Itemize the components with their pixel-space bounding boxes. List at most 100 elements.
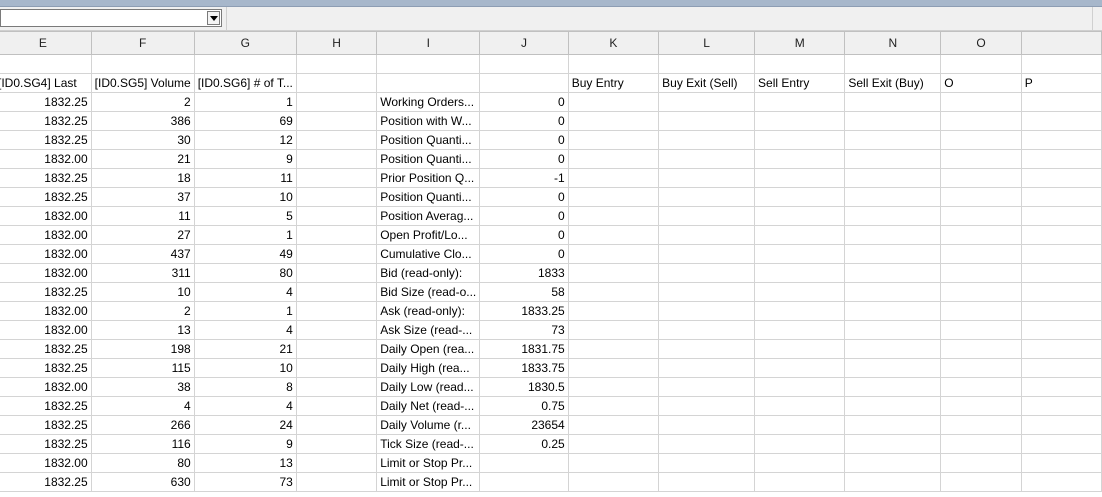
grid-cell[interactable] <box>1020 187 1102 207</box>
grid-cell[interactable]: 9 <box>193 149 297 169</box>
grid-cell[interactable] <box>844 187 942 207</box>
grid-cell[interactable] <box>295 168 378 188</box>
grid-cell[interactable] <box>295 244 378 264</box>
grid-cell[interactable] <box>844 111 942 131</box>
grid-cell[interactable]: Limit or Stop Pr... <box>376 453 481 473</box>
grid-cell[interactable]: 1832.25 <box>0 111 92 131</box>
grid-cell[interactable] <box>295 377 378 397</box>
grid-cell[interactable] <box>295 472 378 492</box>
grid-cell[interactable]: 38 <box>90 377 195 397</box>
grid-cell[interactable]: 386 <box>90 111 195 131</box>
grid-cell[interactable] <box>295 282 378 302</box>
grid-cell[interactable]: 1833 <box>479 263 569 283</box>
column-header[interactable]: J <box>479 31 569 55</box>
grid-cell[interactable]: 73 <box>193 472 297 492</box>
header-label-cell[interactable]: [ID0.SG5] Volume <box>90 73 195 93</box>
grid-cell[interactable]: Position Quanti... <box>376 187 481 207</box>
grid-cell[interactable] <box>1020 320 1102 340</box>
grid-cell[interactable] <box>295 339 378 359</box>
grid-cell[interactable]: Daily Low (read... <box>376 377 481 397</box>
grid-cell[interactable]: 80 <box>90 453 195 473</box>
grid-cell[interactable]: 1832.00 <box>0 206 92 226</box>
grid-cell[interactable] <box>754 434 846 454</box>
grid-cell[interactable] <box>1020 377 1102 397</box>
grid-cell[interactable]: 1832.25 <box>0 358 92 378</box>
grid-cell[interactable]: 1832.00 <box>0 377 92 397</box>
grid-cell[interactable] <box>940 54 1022 74</box>
grid-cell[interactable] <box>567 377 660 397</box>
grid-cell[interactable]: 80 <box>193 263 297 283</box>
grid-cell[interactable]: 27 <box>90 225 195 245</box>
grid-cell[interactable]: Bid (read-only): <box>376 263 481 283</box>
grid-cell[interactable] <box>658 130 756 150</box>
grid-cell[interactable] <box>940 244 1022 264</box>
grid-cell[interactable]: Position Quanti... <box>376 130 481 150</box>
grid-cell[interactable]: 0.75 <box>479 396 569 416</box>
grid-cell[interactable] <box>754 263 846 283</box>
grid-cell[interactable] <box>940 415 1022 435</box>
grid-cell[interactable] <box>754 130 846 150</box>
grid-cell[interactable]: 8 <box>193 377 297 397</box>
grid-cell[interactable] <box>295 358 378 378</box>
grid-cell[interactable] <box>754 472 846 492</box>
grid-cell[interactable] <box>844 54 942 74</box>
grid-cell[interactable]: 0 <box>479 225 569 245</box>
grid-cell[interactable] <box>567 206 660 226</box>
grid-cell[interactable]: Ask (read-only): <box>376 301 481 321</box>
grid-cell[interactable]: 10 <box>193 358 297 378</box>
grid-cell[interactable] <box>754 339 846 359</box>
grid-cell[interactable] <box>567 320 660 340</box>
column-header[interactable]: N <box>844 31 942 55</box>
grid-cell[interactable] <box>658 206 756 226</box>
grid-cell[interactable] <box>754 282 846 302</box>
grid-cell[interactable] <box>844 339 942 359</box>
grid-cell[interactable]: Bid Size (read-o... <box>376 282 481 302</box>
grid-cell[interactable]: 1832.25 <box>0 282 92 302</box>
grid-cell[interactable]: 73 <box>479 320 569 340</box>
grid-cell[interactable] <box>1020 282 1102 302</box>
grid-cell[interactable] <box>658 377 756 397</box>
grid-cell[interactable]: 10 <box>193 187 297 207</box>
grid-cell[interactable] <box>940 396 1022 416</box>
grid-cell[interactable]: 1832.00 <box>0 320 92 340</box>
grid-cell[interactable] <box>940 358 1022 378</box>
grid-cell[interactable] <box>940 149 1022 169</box>
grid-cell[interactable] <box>658 92 756 112</box>
grid-cell[interactable]: Position Averag... <box>376 206 481 226</box>
grid-cell[interactable] <box>658 339 756 359</box>
grid-cell[interactable] <box>754 377 846 397</box>
grid-cell[interactable] <box>754 225 846 245</box>
grid-cell[interactable] <box>940 263 1022 283</box>
grid-cell[interactable] <box>1020 453 1102 473</box>
header-label-cell[interactable]: O <box>940 73 1022 93</box>
grid-cell[interactable] <box>844 453 942 473</box>
grid-cell[interactable]: Ask Size (read-... <box>376 320 481 340</box>
column-header[interactable]: O <box>940 31 1022 55</box>
grid-cell[interactable] <box>754 396 846 416</box>
grid-cell[interactable] <box>844 282 942 302</box>
grid-cell[interactable]: Cumulative Clo... <box>376 244 481 264</box>
grid-cell[interactable] <box>567 92 660 112</box>
grid-cell[interactable] <box>754 92 846 112</box>
grid-cell[interactable] <box>754 453 846 473</box>
grid-cell[interactable] <box>567 54 660 74</box>
grid-cell[interactable] <box>658 453 756 473</box>
header-label-cell[interactable] <box>295 73 378 93</box>
grid-cell[interactable] <box>658 358 756 378</box>
grid-cell[interactable] <box>1020 130 1102 150</box>
grid-cell[interactable] <box>844 149 942 169</box>
grid-cell[interactable]: Prior Position Q... <box>376 168 481 188</box>
grid-cell[interactable] <box>754 358 846 378</box>
grid-cell[interactable] <box>844 92 942 112</box>
grid-cell[interactable] <box>567 434 660 454</box>
grid-cell[interactable] <box>754 415 846 435</box>
grid-cell[interactable]: 9 <box>193 434 297 454</box>
grid-cell[interactable] <box>1020 92 1102 112</box>
grid-cell[interactable] <box>567 453 660 473</box>
grid-cell[interactable]: 1832.25 <box>0 130 92 150</box>
grid-cell[interactable]: 0 <box>479 92 569 112</box>
grid-table[interactable]: EFGHIJKLMNO [ID0.SG4] Last [ID0.SG5] Volu… <box>0 31 1102 492</box>
grid-cell[interactable] <box>754 320 846 340</box>
grid-cell[interactable] <box>844 225 942 245</box>
grid-cell[interactable] <box>1020 149 1102 169</box>
